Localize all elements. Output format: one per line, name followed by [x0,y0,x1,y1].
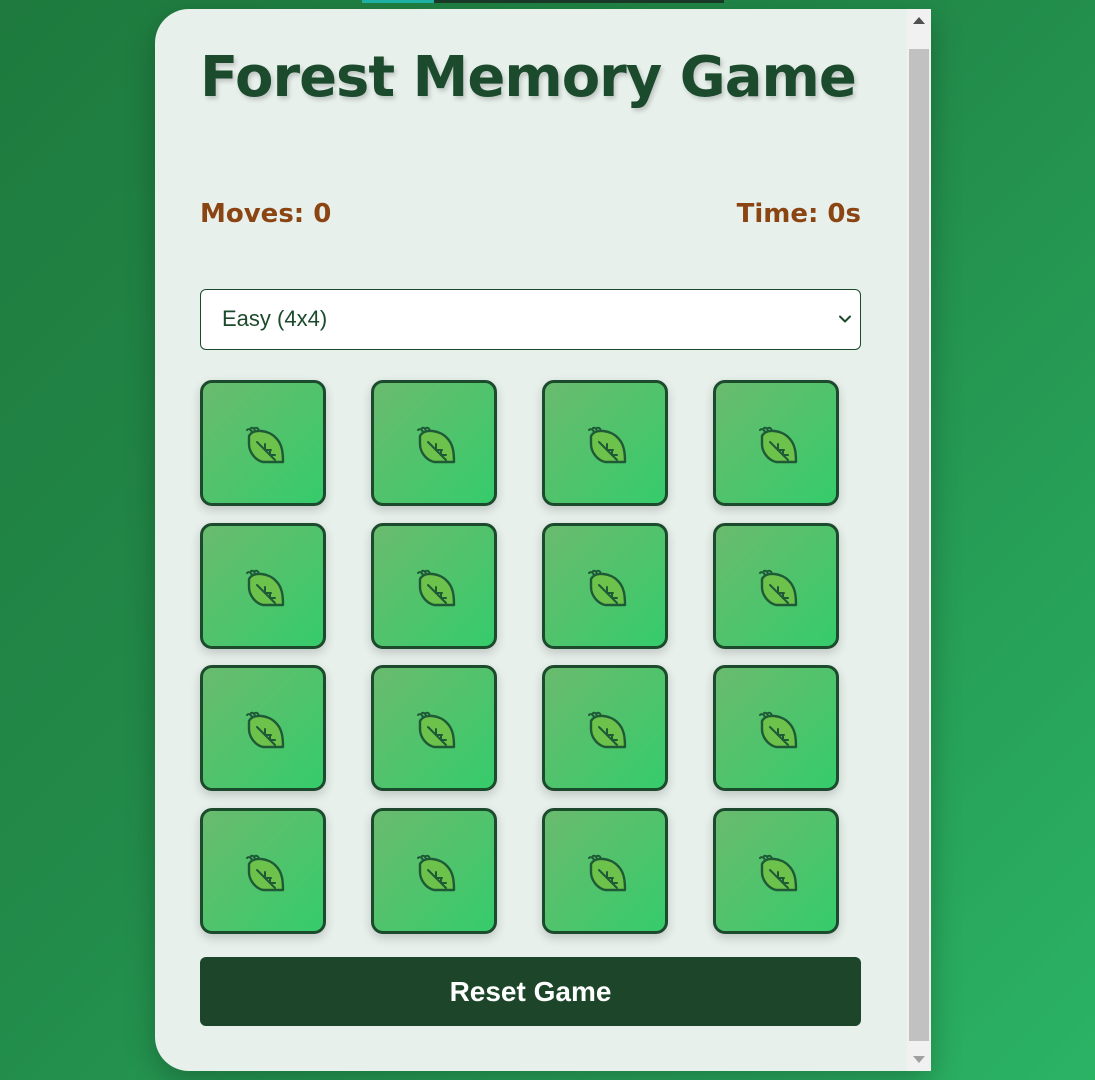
memory-card[interactable] [371,665,497,791]
memory-card[interactable] [542,808,668,934]
difficulty-select[interactable]: Easy (4x4) [200,289,861,350]
leaf-icon [588,426,627,464]
leaf-icon [246,426,285,464]
leaf-icon [759,854,798,892]
game-content: Forest Memory Game Moves: 0 Time: 0s Eas… [155,9,907,1071]
memory-card[interactable] [200,808,326,934]
memory-card[interactable] [713,808,839,934]
memory-card[interactable] [200,665,326,791]
leaf-icon [588,711,627,749]
leaf-icon [759,711,798,749]
active-tab-indicator [362,0,434,3]
memory-card[interactable] [371,523,497,649]
leaf-icon [417,711,456,749]
scroll-down-arrow-icon[interactable] [913,1056,925,1063]
memory-card[interactable] [542,523,668,649]
leaf-icon [759,569,798,607]
memory-card[interactable] [200,523,326,649]
leaf-icon [246,854,285,892]
page-title: Forest Memory Game [200,45,857,110]
leaf-icon [417,854,456,892]
chevron-down-icon [839,315,851,323]
memory-card[interactable] [542,665,668,791]
scrollbar-thumb[interactable] [909,49,929,1041]
memory-card[interactable] [542,380,668,506]
memory-card[interactable] [371,380,497,506]
difficulty-selected-value: Easy (4x4) [222,306,328,331]
browser-tab-strip [362,0,724,3]
scrollbar[interactable] [907,9,931,1071]
leaf-icon [588,569,627,607]
time-counter: Time: 0s [736,199,861,229]
memory-card[interactable] [200,380,326,506]
memory-card[interactable] [713,523,839,649]
reset-game-button[interactable]: Reset Game [200,957,861,1026]
leaf-icon [246,711,285,749]
leaf-icon [246,569,285,607]
memory-card[interactable] [713,380,839,506]
moves-counter: Moves: 0 [200,199,332,229]
leaf-icon [417,426,456,464]
game-panel: Forest Memory Game Moves: 0 Time: 0s Eas… [155,9,931,1071]
leaf-icon [759,426,798,464]
memory-card[interactable] [713,665,839,791]
card-grid [200,380,840,934]
leaf-icon [588,854,627,892]
memory-card[interactable] [371,808,497,934]
leaf-icon [417,569,456,607]
scroll-up-arrow-icon[interactable] [913,17,925,24]
